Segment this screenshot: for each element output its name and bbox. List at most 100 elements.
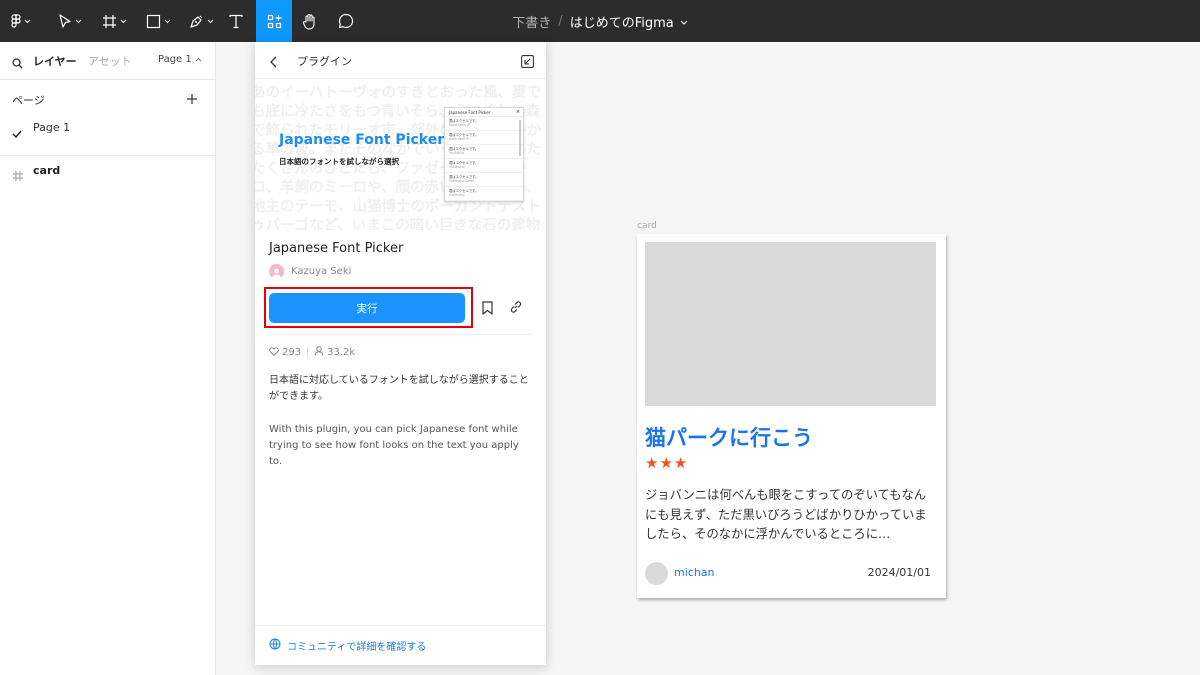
thumb-row: 君はエクセルです。 Noto Serif JP xyxy=(445,131,523,145)
card-title: 猫パークに行こう xyxy=(645,426,813,450)
page-item[interactable]: Page 1 xyxy=(0,114,215,144)
plugin-name: Japanese Font Picker xyxy=(269,241,404,256)
main-menu-button[interactable] xyxy=(4,0,38,42)
user-count: 33.2k xyxy=(327,347,356,358)
chevron-down-icon xyxy=(164,19,171,24)
chevron-down-icon xyxy=(75,19,82,24)
plugin-detail-panel: プラグイン あのイーハトーヴォのすきとおった風、夏でも底に冷たさをもつ青いそら、… xyxy=(255,42,546,665)
hand-tool-icon xyxy=(302,13,318,30)
move-tool-button[interactable] xyxy=(50,0,90,42)
pages-title: ページ xyxy=(12,94,45,107)
resources-icon xyxy=(267,14,282,29)
hand-tool-button[interactable] xyxy=(297,0,323,42)
pen-tool-icon xyxy=(189,14,204,29)
plugin-stats: 293 33.2k xyxy=(269,346,355,359)
add-page-button[interactable] xyxy=(186,90,198,109)
chevron-left-icon xyxy=(269,53,279,72)
thumb-row: 君はエクセルです。 YuMincho xyxy=(445,187,523,201)
frame-label[interactable]: card xyxy=(637,221,657,231)
banner-logo-text: Japanese Font Picker xyxy=(279,132,445,148)
user-icon xyxy=(314,346,324,359)
close-icon: × xyxy=(515,109,520,115)
avatar xyxy=(269,264,284,279)
chevron-down-icon xyxy=(120,19,127,24)
breadcrumb-separator: / xyxy=(558,13,563,29)
tab-layers[interactable]: レイヤー xyxy=(33,53,77,69)
frame-icon xyxy=(13,166,23,185)
plugin-preview-thumbnail: Japanese Font Picker × 君はエクセルです。 Noto San… xyxy=(444,107,524,202)
card-body-text: ジョバンニは何べんも眼をこすってのぞいてもなんにも見えず、ただ黒いびろうどばかり… xyxy=(645,488,927,541)
chevron-down-icon xyxy=(207,19,214,24)
divider xyxy=(0,155,216,156)
comment-tool-button[interactable] xyxy=(333,0,359,42)
move-tool-icon xyxy=(58,13,72,29)
chevron-down-icon[interactable] xyxy=(680,14,688,29)
avatar xyxy=(645,562,668,585)
run-button[interactable]: 実行 xyxy=(269,293,465,323)
stats-divider xyxy=(307,347,309,358)
popout-button[interactable] xyxy=(521,53,534,72)
plugin-banner: あのイーハトーヴォのすきとおった風、夏でも底に冷たさをもつ青いそら、うつくしい森… xyxy=(255,80,546,230)
file-name[interactable]: はじめてのFigma xyxy=(570,12,674,31)
chevron-up-icon xyxy=(192,54,202,65)
card-author: michan xyxy=(674,566,715,579)
card-frame[interactable]: 猫パークに行こう ★★★ ジョバンニは何べんも眼をこすってのぞいてもなんにも見え… xyxy=(637,234,946,598)
file-breadcrumb: 下書き / はじめてのFigma xyxy=(0,0,1200,42)
copy-link-button[interactable] xyxy=(509,299,523,318)
plugin-author[interactable]: Kazuya Seki xyxy=(269,264,351,279)
bookmark-icon xyxy=(482,300,493,319)
back-button[interactable] xyxy=(269,53,279,72)
page-selector[interactable]: Page 1 xyxy=(158,54,202,65)
globe-icon xyxy=(269,638,281,653)
community-link[interactable]: コミュニティで詳細を確認する xyxy=(269,638,426,653)
thumb-header: Japanese Font Picker × xyxy=(445,108,523,117)
author-name: Kazuya Seki xyxy=(291,266,352,277)
search-icon[interactable] xyxy=(12,54,23,73)
card-rating-stars: ★★★ xyxy=(645,454,689,472)
heart-icon[interactable] xyxy=(269,346,279,359)
layer-name: card xyxy=(33,164,61,177)
community-link-label: コミュニティで詳細を確認する xyxy=(287,642,427,653)
divider xyxy=(269,334,532,335)
breadcrumb-drafts[interactable]: 下書き xyxy=(512,12,551,31)
thumb-row-font: Noto Serif JP xyxy=(449,137,470,142)
shape-tool-icon xyxy=(146,14,161,29)
text-tool-icon xyxy=(229,14,243,29)
card-image-placeholder xyxy=(645,242,936,406)
link-icon xyxy=(509,299,523,318)
plugin-description-en: With this plugin, you can pick Japanese … xyxy=(269,424,519,467)
shape-tool-button[interactable] xyxy=(140,0,176,42)
thumb-row-font: Yu Gothic xyxy=(449,151,465,156)
thumb-row-font: YuMincho Demi xyxy=(449,179,475,184)
pages-header: ページ xyxy=(0,80,215,114)
layer-item-card[interactable]: card xyxy=(0,160,216,182)
plugin-footer: コミュニティで詳細を確認する xyxy=(255,625,546,665)
top-toolbar: 下書き / はじめてのFigma xyxy=(0,0,1200,42)
thumb-title: Japanese Font Picker xyxy=(449,110,491,115)
thumb-row-font: YuMincho xyxy=(449,165,465,170)
scrollbar xyxy=(519,120,521,156)
thumb-row: 君はエクセルです。 Noto Sans JP xyxy=(445,117,523,131)
banner-subtitle: 日本語のフォントを試しながら選択 xyxy=(279,157,399,166)
text-tool-button[interactable] xyxy=(224,0,248,42)
thumb-row-font: Noto Sans JP xyxy=(449,123,470,128)
comment-icon xyxy=(338,13,354,29)
plus-icon xyxy=(186,90,198,109)
like-count: 293 xyxy=(282,347,302,358)
bookmark-button[interactable] xyxy=(482,300,493,319)
tab-assets[interactable]: アセット xyxy=(88,53,132,69)
thumb-row: 君はエクセルです。 YuMincho Demi xyxy=(445,173,523,187)
thumb-row: 君はエクセルです。 Yu Gothic xyxy=(445,145,523,159)
pen-tool-button[interactable] xyxy=(183,0,219,42)
plugin-header-title: プラグイン xyxy=(297,55,352,68)
figma-menu-icon xyxy=(11,14,21,28)
resources-button[interactable] xyxy=(256,0,292,42)
plugin-description-ja: 日本語に対応しているフォントを試しながら選択することができます。 xyxy=(269,375,529,402)
card-date: 2024/01/01 xyxy=(867,566,931,579)
collapse-window-icon xyxy=(521,53,534,72)
plugin-header: プラグイン xyxy=(255,42,546,79)
frame-tool-button[interactable] xyxy=(96,0,132,42)
page-selector-label: Page 1 xyxy=(158,54,192,65)
frame-tool-icon xyxy=(102,14,117,29)
layers-panel: レイヤー アセット Page 1 ページ Page 1 card xyxy=(0,42,216,675)
